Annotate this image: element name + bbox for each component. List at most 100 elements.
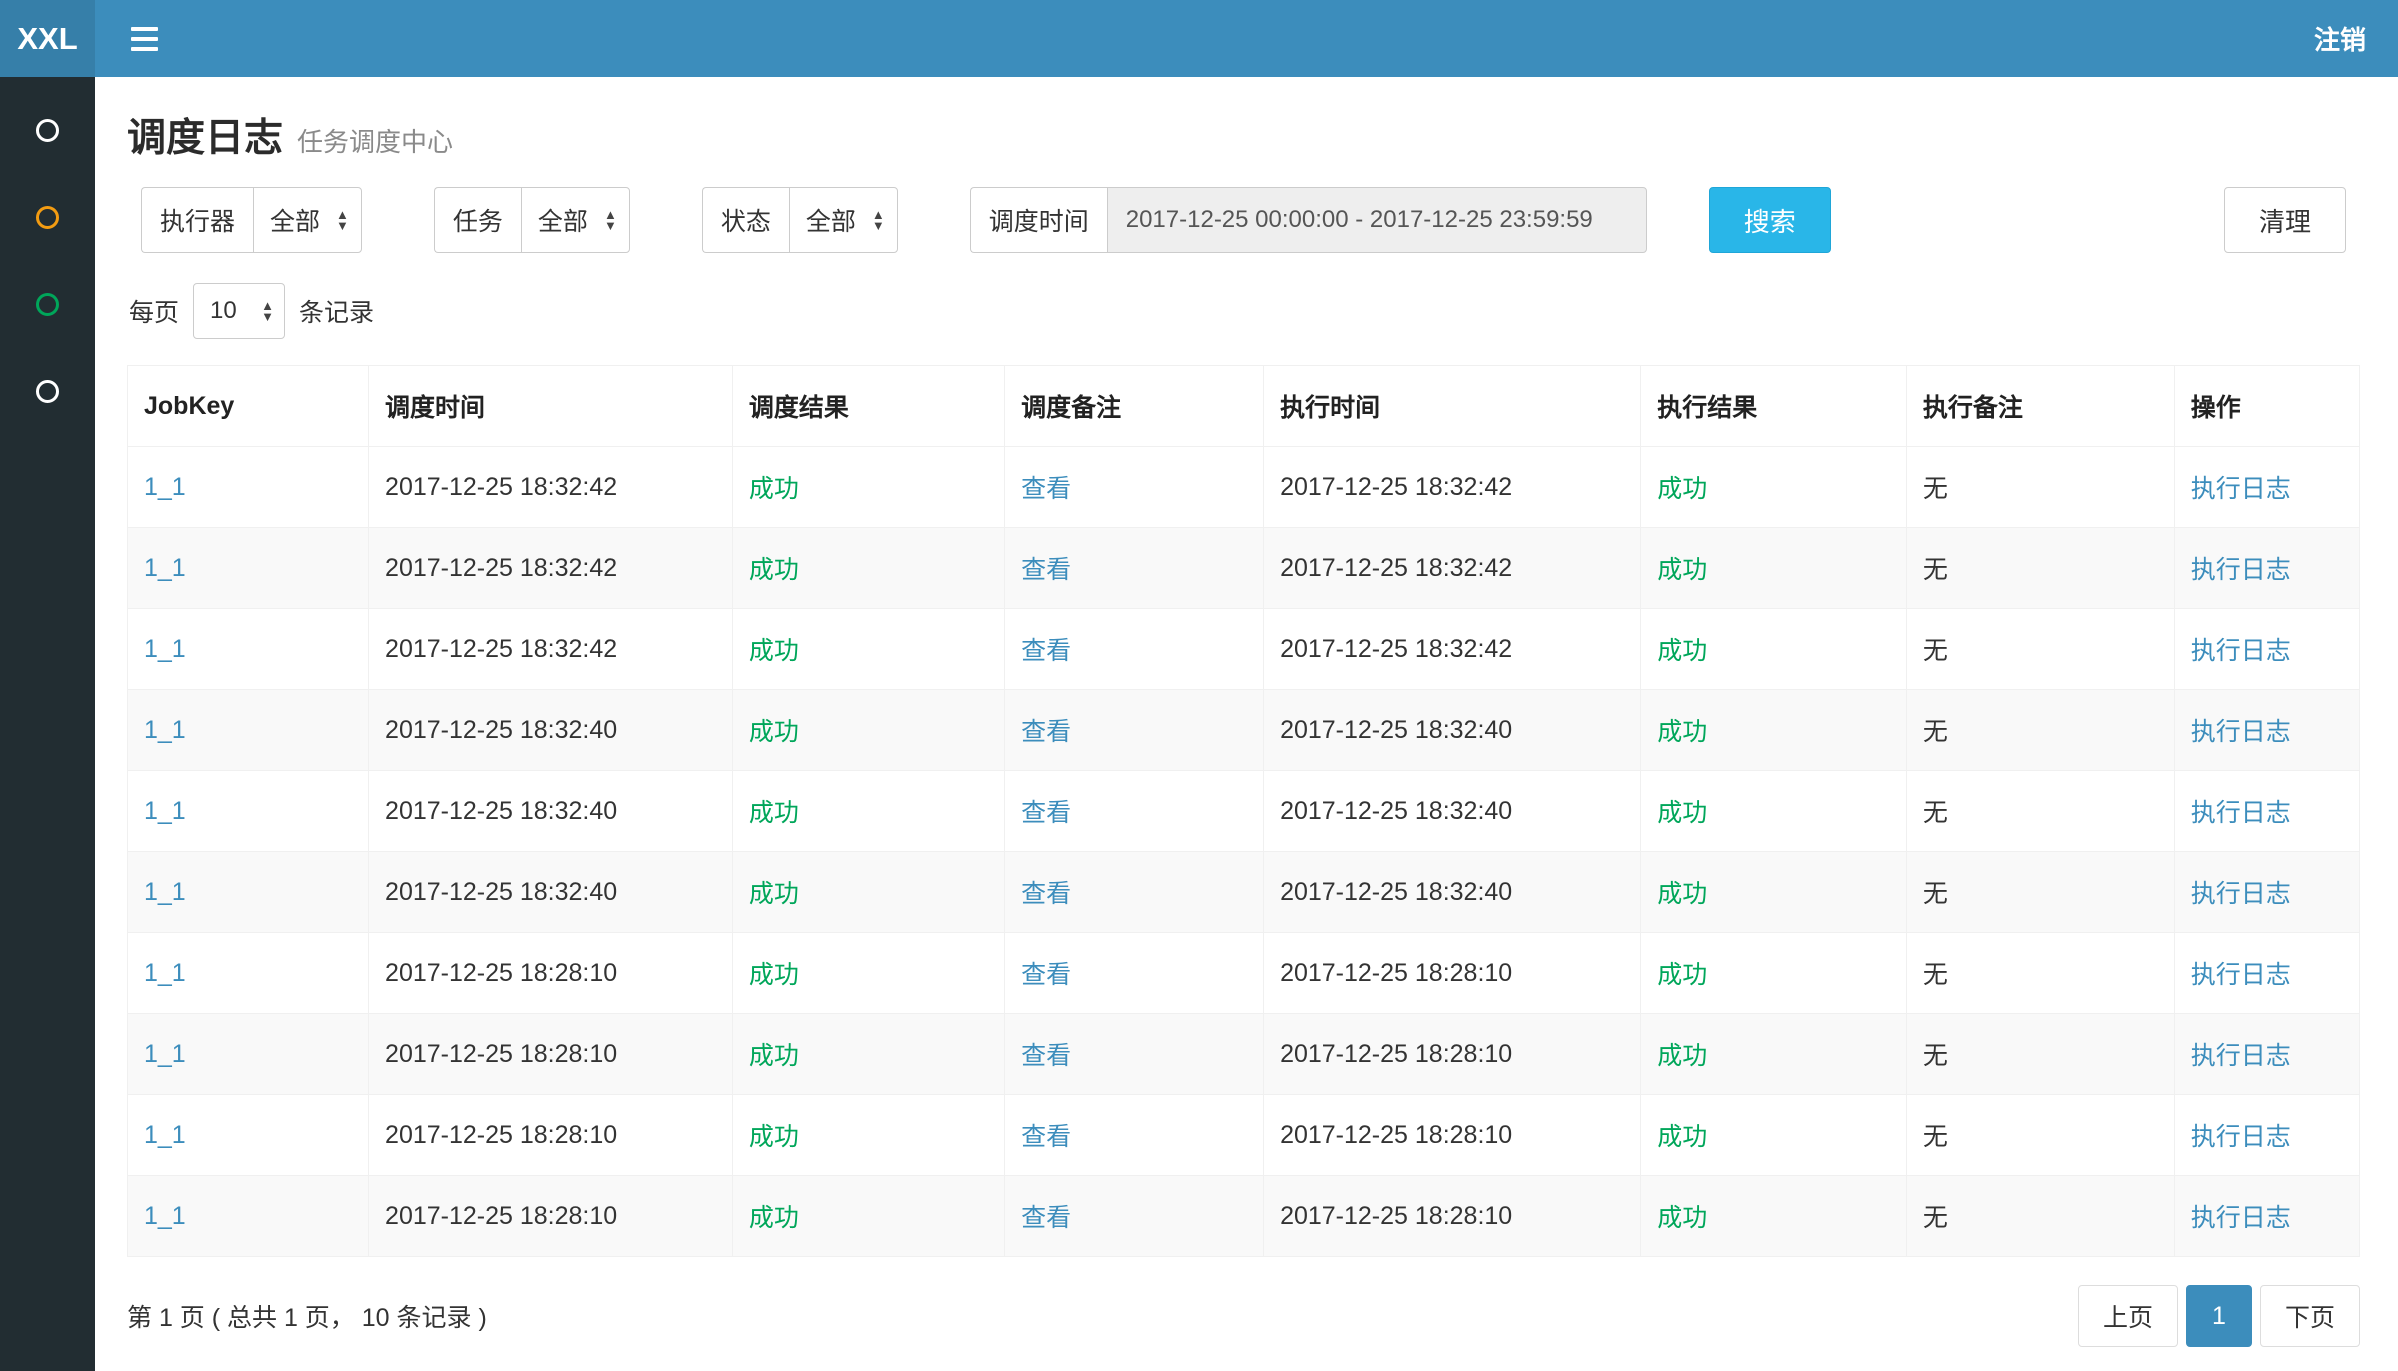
exec-log-link[interactable]: 执行日志 bbox=[2191, 718, 2291, 746]
next-page-button[interactable]: 下页 bbox=[2260, 1285, 2360, 1347]
column-header-dispatch-result[interactable]: 调度结果 bbox=[732, 366, 1004, 447]
jobkey-link[interactable]: 1_1 bbox=[144, 797, 186, 825]
jobkey-cell: 1_1 bbox=[128, 609, 369, 690]
jobkey-cell: 1_1 bbox=[128, 1014, 369, 1095]
column-header-action[interactable]: 操作 bbox=[2174, 366, 2359, 447]
circle-icon bbox=[36, 206, 59, 229]
jobkey-link[interactable]: 1_1 bbox=[144, 878, 186, 906]
column-header-exec-time[interactable]: 执行时间 bbox=[1264, 366, 1641, 447]
exec-remark-cell: 无 bbox=[1906, 1095, 2174, 1176]
time-filter: 调度时间 bbox=[970, 187, 1647, 253]
table-row: 1_1 2017-12-25 18:32:42 成功 查看 2017-12-25… bbox=[128, 609, 2360, 690]
view-remark-link[interactable]: 查看 bbox=[1021, 556, 1071, 584]
app-logo[interactable]: XXL bbox=[0, 0, 95, 77]
time-range-input[interactable] bbox=[1107, 187, 1647, 253]
executor-filter-label: 执行器 bbox=[141, 187, 253, 253]
status-filter: 状态 全部 ▲▼ bbox=[702, 187, 898, 253]
page-size-value: 10 bbox=[210, 297, 237, 325]
exec-result-badge: 成功 bbox=[1657, 880, 1707, 908]
executor-filter-select[interactable]: 全部 ▲▼ bbox=[253, 187, 362, 253]
view-remark-link[interactable]: 查看 bbox=[1021, 475, 1071, 503]
sidebar-toggle-button[interactable] bbox=[127, 19, 162, 59]
page-header: 调度日志 任务调度中心 bbox=[127, 107, 2360, 163]
jobkey-link[interactable]: 1_1 bbox=[144, 1040, 186, 1068]
exec-log-link[interactable]: 执行日志 bbox=[2191, 961, 2291, 989]
jobkey-cell: 1_1 bbox=[128, 933, 369, 1014]
pagination-info: 第 1 页 ( 总共 1 页， 10 条记录 ) bbox=[127, 1298, 487, 1334]
exec-remark-cell: 无 bbox=[1906, 1176, 2174, 1257]
view-remark-link[interactable]: 查看 bbox=[1021, 1123, 1071, 1151]
exec-log-link[interactable]: 执行日志 bbox=[2191, 880, 2291, 908]
view-remark-link[interactable]: 查看 bbox=[1021, 718, 1071, 746]
jobkey-cell: 1_1 bbox=[128, 447, 369, 528]
column-header-dispatch-remark[interactable]: 调度备注 bbox=[1005, 366, 1264, 447]
sidebar-menu-item[interactable] bbox=[0, 87, 95, 174]
exec-log-link[interactable]: 执行日志 bbox=[2191, 1123, 2291, 1151]
dispatch-log-table: JobKey 调度时间 调度结果 调度备注 执行时间 执行结果 执行备注 操作 … bbox=[127, 365, 2360, 1257]
executor-filter-value: 全部 bbox=[270, 202, 320, 238]
view-remark-link[interactable]: 查看 bbox=[1021, 1042, 1071, 1070]
sidebar-menu-item[interactable] bbox=[0, 174, 95, 261]
action-cell: 执行日志 bbox=[2174, 771, 2359, 852]
dispatch-result-cell: 成功 bbox=[732, 528, 1004, 609]
action-cell: 执行日志 bbox=[2174, 1095, 2359, 1176]
clear-button[interactable]: 清理 bbox=[2224, 187, 2346, 253]
jobkey-link[interactable]: 1_1 bbox=[144, 473, 186, 501]
jobkey-link[interactable]: 1_1 bbox=[144, 1121, 186, 1149]
exec-result-badge: 成功 bbox=[1657, 961, 1707, 989]
view-remark-link[interactable]: 查看 bbox=[1021, 799, 1071, 827]
exec-remark-cell: 无 bbox=[1906, 933, 2174, 1014]
logout-link[interactable]: 注销 bbox=[2314, 20, 2366, 57]
dispatch-result-badge: 成功 bbox=[749, 718, 799, 746]
jobkey-cell: 1_1 bbox=[128, 1176, 369, 1257]
column-header-dispatch-time[interactable]: 调度时间 bbox=[369, 366, 733, 447]
exec-time-cell: 2017-12-25 18:28:10 bbox=[1264, 1095, 1641, 1176]
select-stepper-icon: ▲▼ bbox=[261, 300, 274, 322]
exec-time-cell: 2017-12-25 18:32:42 bbox=[1264, 528, 1641, 609]
current-page-button[interactable]: 1 bbox=[2186, 1285, 2252, 1347]
exec-log-link[interactable]: 执行日志 bbox=[2191, 799, 2291, 827]
exec-result-badge: 成功 bbox=[1657, 718, 1707, 746]
sidebar-menu-item[interactable] bbox=[0, 348, 95, 435]
jobkey-link[interactable]: 1_1 bbox=[144, 1202, 186, 1230]
view-remark-link[interactable]: 查看 bbox=[1021, 1204, 1071, 1232]
sidebar-menu-item[interactable] bbox=[0, 261, 95, 348]
status-filter-label: 状态 bbox=[702, 187, 789, 253]
prev-page-button[interactable]: 上页 bbox=[2078, 1285, 2178, 1347]
status-filter-select[interactable]: 全部 ▲▼ bbox=[789, 187, 898, 253]
dispatch-result-badge: 成功 bbox=[749, 1123, 799, 1151]
page-size-select[interactable]: 10 ▲▼ bbox=[193, 283, 285, 339]
exec-remark-cell: 无 bbox=[1906, 528, 2174, 609]
search-button[interactable]: 搜索 bbox=[1709, 187, 1831, 253]
table-row: 1_1 2017-12-25 18:32:42 成功 查看 2017-12-25… bbox=[128, 528, 2360, 609]
action-cell: 执行日志 bbox=[2174, 690, 2359, 771]
dispatch-time-cell: 2017-12-25 18:32:40 bbox=[369, 771, 733, 852]
dispatch-remark-cell: 查看 bbox=[1005, 852, 1264, 933]
action-cell: 执行日志 bbox=[2174, 852, 2359, 933]
exec-log-link[interactable]: 执行日志 bbox=[2191, 637, 2291, 665]
exec-log-link[interactable]: 执行日志 bbox=[2191, 1204, 2291, 1232]
column-header-jobkey[interactable]: JobKey bbox=[128, 366, 369, 447]
view-remark-link[interactable]: 查看 bbox=[1021, 880, 1071, 908]
table-header-row: JobKey 调度时间 调度结果 调度备注 执行时间 执行结果 执行备注 操作 bbox=[128, 366, 2360, 447]
dispatch-result-cell: 成功 bbox=[732, 447, 1004, 528]
jobkey-link[interactable]: 1_1 bbox=[144, 554, 186, 582]
filter-toolbar: 执行器 全部 ▲▼ 任务 全部 ▲▼ 状态 全部 ▲▼ bbox=[141, 187, 2346, 253]
action-cell: 执行日志 bbox=[2174, 447, 2359, 528]
view-remark-link[interactable]: 查看 bbox=[1021, 637, 1071, 665]
jobkey-link[interactable]: 1_1 bbox=[144, 716, 186, 744]
exec-log-link[interactable]: 执行日志 bbox=[2191, 556, 2291, 584]
column-header-exec-remark[interactable]: 执行备注 bbox=[1906, 366, 2174, 447]
exec-result-cell: 成功 bbox=[1641, 690, 1907, 771]
column-header-exec-result[interactable]: 执行结果 bbox=[1641, 366, 1907, 447]
exec-log-link[interactable]: 执行日志 bbox=[2191, 1042, 2291, 1070]
exec-log-link[interactable]: 执行日志 bbox=[2191, 475, 2291, 503]
job-filter-select[interactable]: 全部 ▲▼ bbox=[521, 187, 630, 253]
exec-time-cell: 2017-12-25 18:32:42 bbox=[1264, 447, 1641, 528]
exec-result-badge: 成功 bbox=[1657, 1123, 1707, 1151]
action-cell: 执行日志 bbox=[2174, 528, 2359, 609]
view-remark-link[interactable]: 查看 bbox=[1021, 961, 1071, 989]
jobkey-link[interactable]: 1_1 bbox=[144, 635, 186, 663]
exec-result-cell: 成功 bbox=[1641, 771, 1907, 852]
jobkey-link[interactable]: 1_1 bbox=[144, 959, 186, 987]
